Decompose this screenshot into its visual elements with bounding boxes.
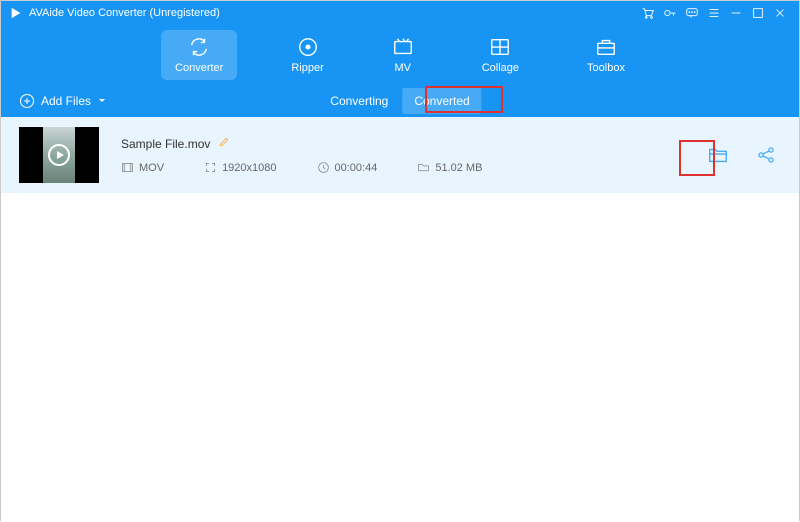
file-row: Sample File.mov MOV 1920x1080 00:00:44 5… <box>1 117 799 193</box>
play-icon <box>48 144 70 166</box>
file-name: Sample File.mov <box>121 137 210 151</box>
collage-icon <box>489 36 511 58</box>
key-icon[interactable] <box>659 2 681 24</box>
file-actions <box>703 140 781 170</box>
close-button[interactable] <box>769 2 791 24</box>
nav-ripper[interactable]: Ripper <box>277 30 337 80</box>
nav-label: Ripper <box>291 62 323 74</box>
mv-icon <box>392 36 414 58</box>
feedback-icon[interactable] <box>681 2 703 24</box>
empty-content-area <box>1 193 799 522</box>
maximize-button[interactable] <box>747 2 769 24</box>
meta-duration: 00:00:44 <box>317 161 378 174</box>
nav-label: MV <box>394 62 411 74</box>
add-files-button[interactable]: Add Files <box>19 93 107 109</box>
meta-size: 51.02 MB <box>417 161 482 174</box>
tab-converting[interactable]: Converting <box>318 88 400 114</box>
resolution-icon <box>204 161 217 174</box>
status-tabs: Converting Converted <box>318 88 481 114</box>
nav-label: Collage <box>482 62 519 74</box>
file-info: Sample File.mov MOV 1920x1080 00:00:44 5… <box>121 136 681 174</box>
folder-icon <box>417 161 430 174</box>
meta-resolution: 1920x1080 <box>204 161 276 174</box>
video-thumbnail[interactable] <box>19 127 99 183</box>
format-icon <box>121 161 134 174</box>
main-nav: Converter Ripper MV Collage Toolbox <box>1 25 799 85</box>
nav-mv[interactable]: MV <box>378 30 428 80</box>
nav-label: Converter <box>175 62 223 74</box>
ripper-icon <box>297 36 319 58</box>
nav-converter[interactable]: Converter <box>161 30 237 80</box>
nav-toolbox[interactable]: Toolbox <box>573 30 639 80</box>
window-title: AVAide Video Converter (Unregistered) <box>29 7 637 19</box>
add-files-label: Add Files <box>41 94 91 108</box>
titlebar: AVAide Video Converter (Unregistered) <box>1 1 799 25</box>
minimize-button[interactable] <box>725 2 747 24</box>
converter-icon <box>188 36 210 58</box>
nav-label: Toolbox <box>587 62 625 74</box>
menu-icon[interactable] <box>703 2 725 24</box>
meta-format: MOV <box>121 161 164 174</box>
cart-icon[interactable] <box>637 2 659 24</box>
open-folder-button[interactable] <box>703 140 733 170</box>
subbar: Add Files Converting Converted <box>1 85 799 117</box>
toolbox-icon <box>595 36 617 58</box>
rename-button[interactable] <box>218 136 230 151</box>
share-button[interactable] <box>751 140 781 170</box>
app-logo-icon <box>9 6 23 20</box>
tab-converted[interactable]: Converted <box>402 88 481 114</box>
clock-icon <box>317 161 330 174</box>
chevron-down-icon <box>97 96 107 106</box>
nav-collage[interactable]: Collage <box>468 30 533 80</box>
